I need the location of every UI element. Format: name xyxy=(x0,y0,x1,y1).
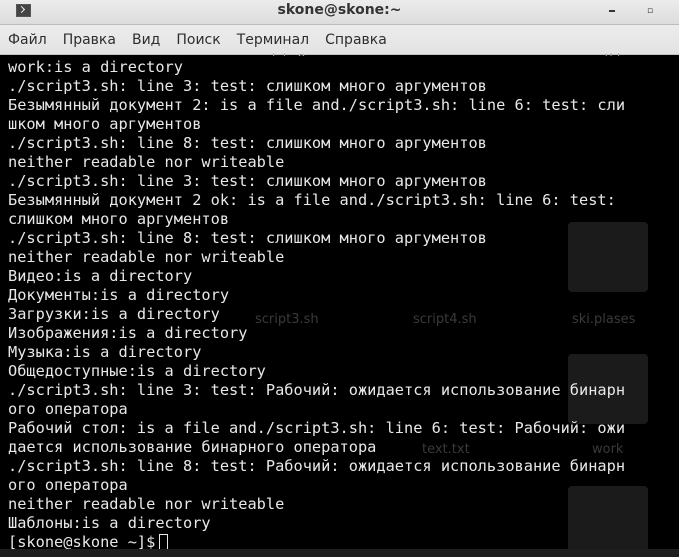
terminal-line: work:is a directory xyxy=(8,58,183,76)
terminal-line: Видео:is a directory xyxy=(8,267,193,285)
minimize-button[interactable] xyxy=(603,2,621,20)
menu-bar: Файл Правка Вид Поиск Терминал Справка l… xyxy=(0,25,679,66)
terminal-line: Документы:is a directory xyxy=(8,286,230,304)
terminal-line: Рабочий стол: is a file and./script3.sh:… xyxy=(8,419,626,437)
menu-view[interactable]: Вид xyxy=(132,30,160,50)
menu-edit[interactable]: Правка xyxy=(63,30,116,50)
terminal-line: ого оператора xyxy=(8,476,128,494)
terminal-line: ./script3.sh: line 3: test: Рабочий: ожи… xyxy=(8,381,626,399)
terminal-line: neither readable nor writeable xyxy=(8,248,285,266)
terminal-line: Музыка:is a directory xyxy=(8,343,202,361)
terminal-line: шком много аргументов xyxy=(8,115,202,133)
terminal-line: слишком много аргументов xyxy=(8,210,230,228)
terminal-line: Загрузки:is a directory xyxy=(8,305,220,323)
terminal-line: ./script3.sh: line 3: test: слишком мног… xyxy=(8,172,487,190)
terminal-line: Безымянный документ 2 ok: is a file and.… xyxy=(8,191,616,209)
terminal-line: ого оператора xyxy=(8,400,128,418)
terminal-line: ./script3.sh: line 3: test: слишком мног… xyxy=(8,77,487,95)
window-title: skone@skone:~ xyxy=(277,2,402,18)
menu-terminal[interactable]: Терминал xyxy=(237,30,309,50)
terminal-line: Общедоступные:is a directory xyxy=(8,362,266,380)
terminal-line: Изображения:is a directory xyxy=(8,324,248,342)
menu-search[interactable]: Поиск xyxy=(176,30,220,50)
menu-help[interactable]: Справка xyxy=(325,30,387,50)
terminal-line: ./script3.sh: line 8: test: слишком мног… xyxy=(8,229,487,247)
terminal-window: skone@skone:~ ▫ Файл Правка Вид Поиск Те… xyxy=(0,0,679,557)
bottom-edge xyxy=(0,549,679,557)
terminal-line: neither readable nor writeable xyxy=(8,495,285,513)
terminal-line: Шаблоны:is a directory xyxy=(8,514,211,532)
terminal-line: ./script3.sh: line 8: test: слишком мног… xyxy=(8,134,487,152)
title-bar[interactable]: skone@skone:~ ▫ xyxy=(0,0,679,25)
maximize-button[interactable]: ▫ xyxy=(641,2,659,20)
terminal-line: ./script3.sh: line 8: test: Рабочий: ожи… xyxy=(8,457,626,475)
terminal-line: дается использование бинарного оператора xyxy=(8,438,377,456)
terminal-line: neither readable nor writeable xyxy=(8,153,285,171)
menu-file[interactable]: Файл xyxy=(8,30,47,50)
terminal-line: Безымянный документ 2: is a file and./sc… xyxy=(8,96,626,114)
terminal-lines: work:is a directory ./script3.sh: line 3:… xyxy=(8,58,625,552)
terminal-output-area[interactable]: script3.sh script4.sh ski.plases text.tx… xyxy=(0,56,679,557)
